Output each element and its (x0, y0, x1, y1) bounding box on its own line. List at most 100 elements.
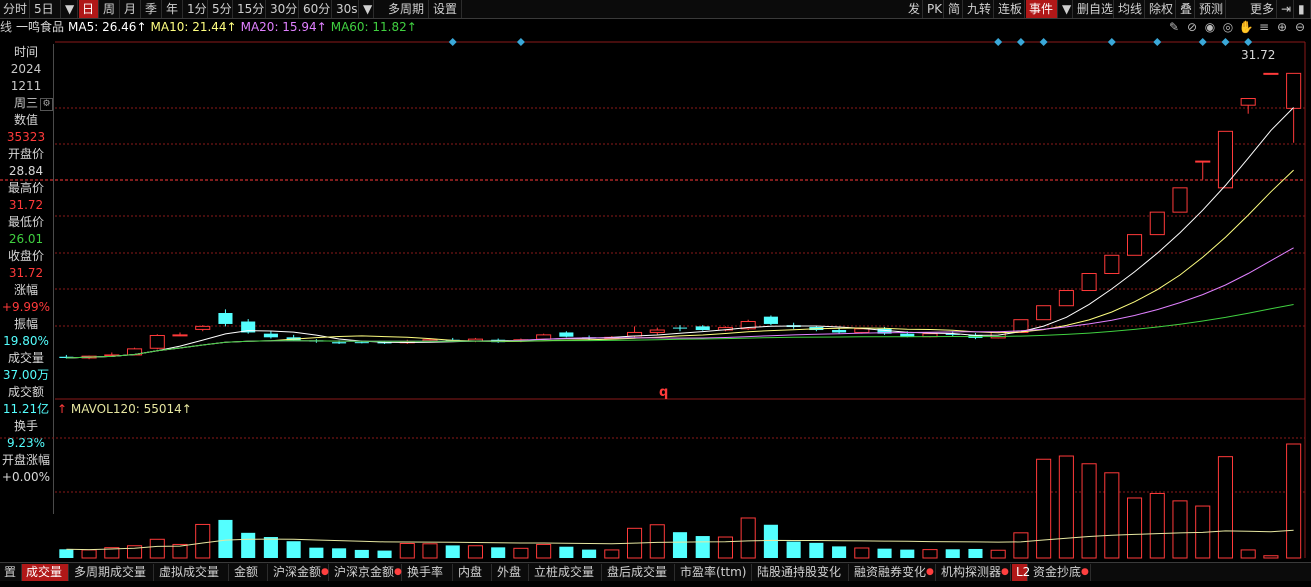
candle-body-down (672, 327, 688, 329)
indicator-dot-icon: ● (926, 567, 934, 577)
candle-body-up (1104, 254, 1120, 275)
volume-bar-up (740, 517, 756, 559)
event-marker-icon (1244, 38, 1253, 46)
price-label: 31.72 (1241, 48, 1275, 62)
indicator-tab-label: 资金抄底 (1033, 565, 1082, 579)
indicator-tab-label: 沪深京金额 (334, 565, 395, 579)
volume-bar-down (786, 541, 801, 558)
ma-lines (66, 107, 1294, 359)
indicator-tab-11[interactable]: 盘后成交量 (603, 564, 675, 581)
indicator-tab-0[interactable]: 置 (0, 564, 22, 581)
volume-bar-down (559, 546, 574, 558)
candle-body-up (172, 334, 188, 337)
indicator-tab-12[interactable]: 市盈率(ttm) (676, 564, 752, 581)
volume-bar-up (1263, 555, 1279, 559)
volume-bar-down (582, 549, 597, 558)
volume-bar-down (809, 542, 824, 558)
indicator-tab-label: 立桩成交量 (534, 565, 595, 579)
indicator-tab-label: 机构探测器 (941, 565, 1002, 579)
volume-bar-up (399, 542, 415, 559)
candle-body-up (1149, 211, 1165, 236)
candle-body-up (649, 329, 665, 333)
event-marker-icon (1039, 38, 1048, 46)
indicator-tab-label: 金额 (234, 565, 259, 579)
volume-bar-down (763, 524, 778, 558)
event-marker-icon (516, 38, 525, 46)
volume-bar-up (1240, 549, 1256, 559)
indicator-tab-14[interactable]: 融资融券变化● (850, 564, 936, 581)
volume-bar-down (491, 547, 506, 558)
event-marker-icon (1153, 38, 1162, 46)
indicator-dot-icon: ● (1081, 567, 1089, 577)
volume-bar-up (990, 549, 1006, 559)
indicator-dot-icon: ● (321, 567, 329, 577)
indicator-tab-13[interactable]: 陆股通持股变化 (753, 564, 849, 581)
indicator-tab-2[interactable]: 多周期成交量 (70, 564, 154, 581)
volume-bar-down (377, 550, 392, 558)
indicator-tab-6[interactable]: 沪深京金额● (330, 564, 402, 581)
volume-bar-up (1127, 497, 1143, 559)
candle-body-up (1081, 273, 1097, 292)
volume-bar-up (1036, 458, 1052, 559)
volume-bar-down (286, 541, 301, 558)
indicator-tab-label: 虚拟成交量 (159, 565, 220, 579)
volume-bar-down (945, 549, 960, 558)
indicator-tab-3[interactable]: 虚拟成交量 (155, 564, 229, 581)
volume-bar-down (672, 532, 688, 558)
indicator-tab-label: 内盘 (458, 565, 483, 579)
indicator-tab-17[interactable]: 资金抄底● (1029, 564, 1091, 581)
candle-body-down (332, 342, 347, 344)
indicator-tab-label: 多周期成交量 (74, 565, 147, 579)
indicator-dot-icon: ● (394, 567, 402, 577)
indicator-tab-label: 融资融券变化 (854, 565, 927, 579)
volume-bar-down (445, 545, 460, 558)
candle-body-up (1286, 72, 1302, 109)
candle-body-up (854, 328, 870, 333)
volume-bar-up (195, 523, 211, 559)
indicator-tab-label: 市盈率(ttm) (680, 565, 747, 579)
indicator-dot-icon: ● (1001, 567, 1009, 577)
indicator-tab-16[interactable]: L2 (1012, 564, 1030, 581)
volume-bar-up (1058, 455, 1074, 559)
volume-bar-up (922, 549, 938, 559)
indicator-tab-4[interactable]: 金额 (230, 564, 268, 581)
volume-bar-up (1104, 472, 1120, 559)
kline-chart[interactable]: 31.72 q (0, 0, 1311, 587)
volume-bar-down (877, 548, 892, 558)
volume-bar-down (263, 537, 278, 558)
volume-bar-down (59, 549, 74, 558)
event-marker-icon (1107, 38, 1116, 46)
indicator-tab-1[interactable]: 成交量 (22, 564, 69, 581)
volume-bar-up (854, 547, 870, 559)
status-line (0, 580, 1311, 587)
volume-bar-down (354, 549, 369, 558)
candle-body-up (1036, 305, 1052, 321)
indicator-tab-10[interactable]: 立桩成交量 (530, 564, 602, 581)
event-marker-icon (1198, 38, 1207, 46)
candle-body-up (149, 334, 165, 349)
volume-bar-down (332, 548, 347, 558)
indicator-tab-15[interactable]: 机构探测器● (937, 564, 1011, 581)
candle-body-down (832, 330, 847, 333)
volume-bar-down (968, 548, 983, 558)
volume-bar-down (900, 549, 915, 558)
indicator-tab-8[interactable]: 内盘 (454, 564, 492, 581)
candle-body-up (1127, 234, 1143, 256)
volume-bar-up (1013, 532, 1029, 559)
event-marker-icon (994, 38, 1003, 46)
indicator-tab-5[interactable]: 沪深金额● (269, 564, 329, 581)
candle-body-up (536, 334, 552, 340)
volume-bar-up (422, 543, 438, 559)
indicator-tab-7[interactable]: 换手率 (403, 564, 453, 581)
candle-body-up (1195, 160, 1211, 163)
indicator-tab-9[interactable]: 外盘 (493, 564, 529, 581)
indicator-tab-label: 盘后成交量 (607, 565, 668, 579)
volume-bars (59, 443, 1302, 559)
volume-bar-up (1149, 492, 1165, 559)
candle-body-down (763, 316, 778, 324)
volume-bar-up (717, 536, 734, 559)
chart-labels: 31.72 q (659, 48, 1275, 400)
volume-bar-down (695, 536, 710, 558)
candle-body-up (1172, 187, 1188, 213)
candle-body-down (218, 313, 233, 324)
